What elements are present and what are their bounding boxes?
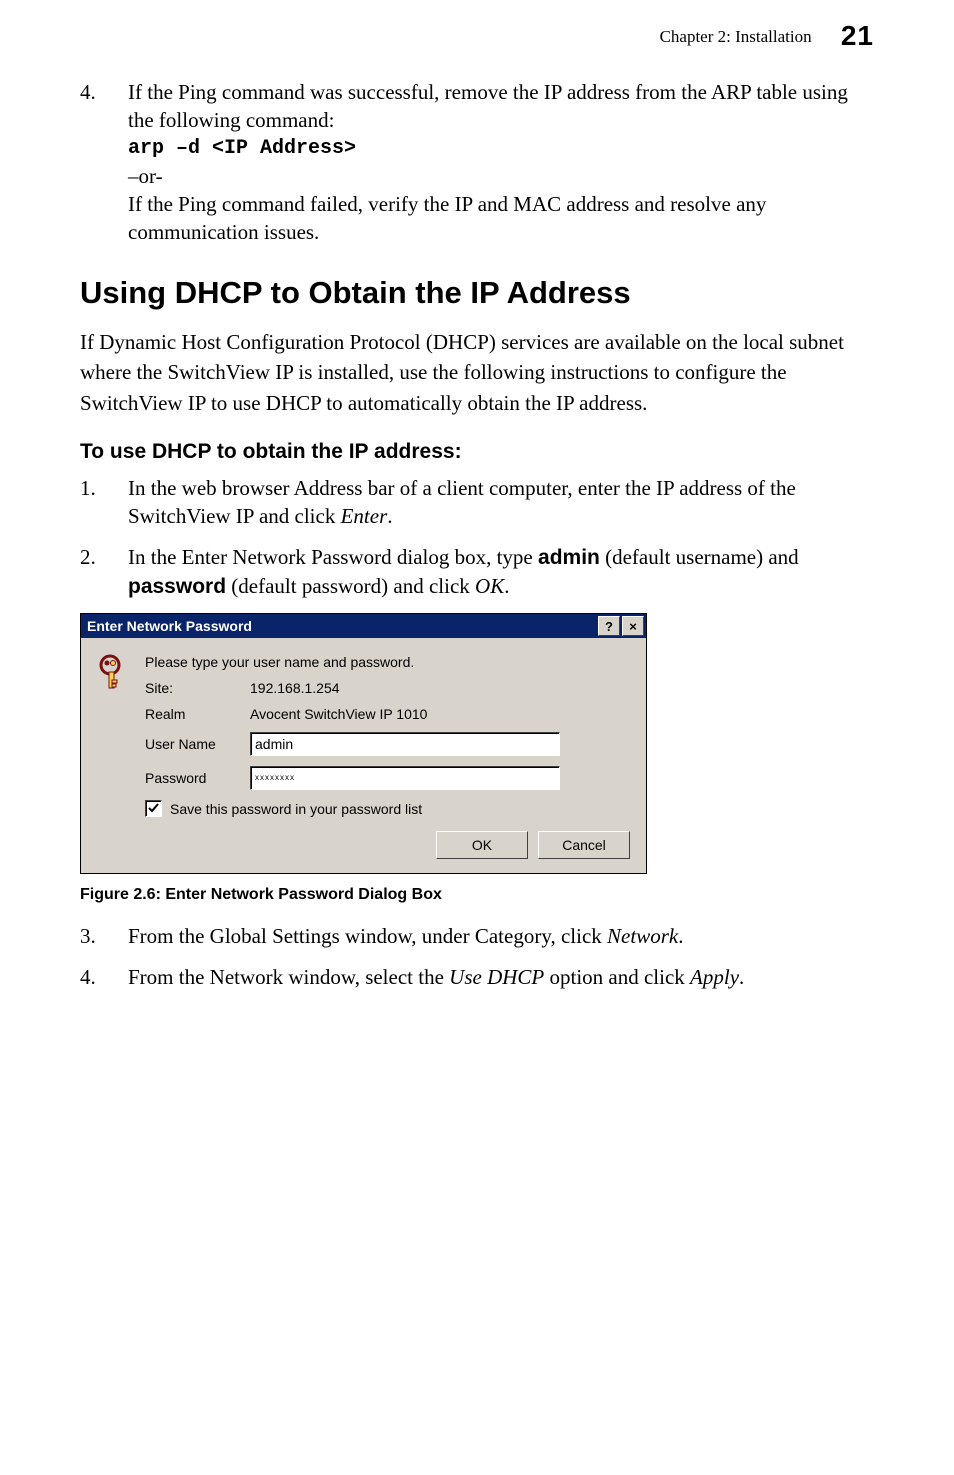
section-heading: Using DHCP to Obtain the IP Address [80,275,874,311]
use-dhcp-keyword: Use DHCP [449,965,544,989]
step-number: 4. [80,963,128,991]
step-1: 1. In the web browser Address bar of a c… [80,474,874,531]
key-icon [97,654,145,859]
or-divider: –or- [128,164,163,188]
admin-keyword: admin [538,546,600,569]
cancel-button[interactable]: Cancel [538,831,630,859]
save-password-label: Save this password in your password list [170,801,422,817]
password-keyword: password [128,575,226,598]
intro-paragraph: If Dynamic Host Configuration Protocol (… [80,327,874,418]
ok-button[interactable]: OK [436,831,528,859]
username-label: User Name [145,736,250,752]
procedure-heading: To use DHCP to obtain the IP address: [80,440,874,464]
ok-keyword: OK [475,574,504,598]
site-value: 192.168.1.254 [250,680,630,696]
password-label: Password [145,770,250,786]
save-password-checkbox[interactable] [145,800,162,817]
step-3: 3. From the Global Settings window, unde… [80,922,874,950]
enter-network-password-dialog: Enter Network Password ? × [80,613,647,874]
step-2: 2. In the Enter Network Password dialog … [80,543,874,602]
close-icon: × [629,619,637,634]
username-field[interactable]: admin [250,732,560,756]
page-number: 21 [841,20,874,51]
step-text: From the Network window, select the [128,965,449,989]
password-field[interactable]: xxxxxxxx [250,766,560,790]
step-text: . [739,965,744,989]
dialog-titlebar[interactable]: Enter Network Password ? × [81,614,646,638]
enter-keyword: Enter [341,504,388,528]
step-text: From the Global Settings window, under C… [128,924,607,948]
dialog-title: Enter Network Password [87,618,252,634]
step-number: 3. [80,922,128,950]
step-4-bottom: 4. From the Network window, select the U… [80,963,874,991]
chapter-title: Chapter 2: Installation [660,27,812,46]
step-text: In the web browser Address bar of a clie… [128,476,796,528]
step-text: . [678,924,683,948]
step-number: 1. [80,474,128,531]
help-button[interactable]: ? [598,616,620,636]
step-text: . [387,504,392,528]
site-label: Site: [145,680,250,696]
step-number: 4. [80,78,128,247]
dialog-instruction: Please type your user name and password. [145,654,414,670]
step-text: option and click [544,965,690,989]
step-text: If the Ping command was successful, remo… [128,80,848,132]
help-icon: ? [605,619,613,634]
page-header: Chapter 2: Installation 21 [80,0,874,60]
arp-command: arp –d <IP Address> [128,135,874,162]
realm-value: Avocent SwitchView IP 1010 [250,706,630,722]
apply-keyword: Apply [690,965,739,989]
figure-caption: Figure 2.6: Enter Network Password Dialo… [80,886,874,904]
step-text: (default username) and [600,545,799,569]
step-text-alt: If the Ping command failed, verify the I… [128,192,766,244]
step-text: (default password) and click [226,574,475,598]
close-button[interactable]: × [622,616,644,636]
step-4-top: 4. If the Ping command was successful, r… [80,78,874,247]
realm-label: Realm [145,706,250,722]
step-text: In the Enter Network Password dialog box… [128,545,538,569]
step-number: 2. [80,543,128,602]
step-text: . [504,574,509,598]
network-keyword: Network [607,924,678,948]
checkmark-icon [148,803,159,814]
